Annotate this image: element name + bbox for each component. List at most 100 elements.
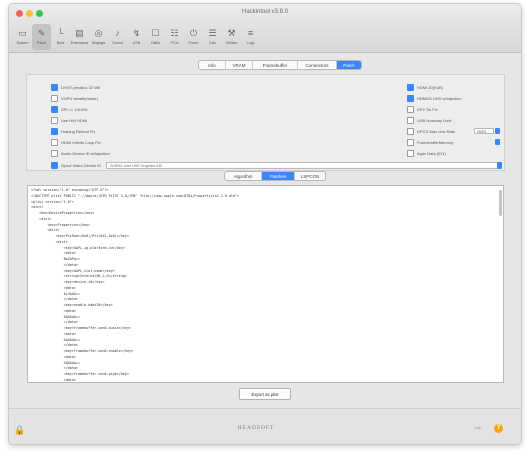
toolbar-item-label: Boot — [56, 41, 65, 45]
wrench-icon: ⚒ — [227, 28, 236, 38]
option-right-4[interactable]: DPCD Max Link Rate — [407, 128, 455, 135]
checkbox-label: DP2 Tls Fix — [417, 107, 438, 112]
window-title: Hackintool v3.8.0 — [241, 9, 289, 15]
toolbar-item-calc[interactable]: ☰ Calc — [203, 24, 222, 50]
toolbar-item-extensions[interactable]: ▤ Extensions — [70, 24, 89, 50]
patch-options-panel: 0x3E92: Intel UHD Graphics 630 DVMT-prea… — [26, 74, 505, 171]
toolbar-item-usb[interactable]: ↯ USB — [127, 24, 146, 50]
checkbox-label: Use HW HDMI — [61, 118, 88, 123]
checkbox[interactable] — [51, 128, 58, 135]
option-right-2[interactable]: DP2 Tls Fix — [407, 106, 438, 113]
dpcd-dropdown-arrow-icon[interactable] — [495, 128, 500, 134]
option-left-3[interactable]: Use HW HDMI — [51, 117, 87, 124]
editor-scrollbar[interactable] — [499, 190, 502, 216]
option-right-6[interactable]: Agdc Data (ID1) — [407, 150, 446, 157]
checkbox[interactable] — [407, 95, 414, 102]
option-left-5[interactable]: HDMI Infinite Loop Fix — [51, 139, 101, 146]
toolbar-item-logs[interactable]: ≡ Logs — [241, 24, 260, 50]
segment-algorithm[interactable]: Algorithm — [225, 172, 262, 180]
tab-vram[interactable]: VRAM — [226, 61, 253, 69]
segment-lspcon[interactable]: LSPCON — [295, 172, 325, 180]
dpcd-link-rate-select[interactable]: HBR3 — [474, 128, 494, 134]
toolbar-item-displays[interactable]: ◎ Displays — [89, 24, 108, 50]
option-left-4[interactable]: Hotplug Reboot Fix — [51, 128, 95, 135]
pcie-icon: ☷ — [170, 28, 179, 38]
help-icon[interactable]: ? — [494, 424, 503, 433]
headsoft-logo: HEADSOFT — [237, 425, 275, 431]
option-left-0[interactable]: DVMT-prealloc 32 MB — [51, 84, 100, 91]
checkbox-label: HDMI 20(K4B) — [417, 85, 444, 90]
checkbox-label: FramebufferMemory — [417, 140, 454, 145]
toolbar-item-label: Extensions — [70, 41, 89, 45]
toolbar-item-patch[interactable]: ✎ Patch — [32, 24, 51, 50]
checkbox-label: SPI >= 14UHD — [61, 107, 88, 112]
log-icon: ≡ — [247, 28, 254, 38]
toolbar-item-label: USB — [132, 41, 141, 45]
option-right-1[interactable]: HDMI20 UHD w/Injection — [407, 95, 461, 102]
checkbox[interactable] — [407, 139, 414, 146]
usb-icon: ↯ — [132, 28, 141, 38]
power-icon: ⏻ — [189, 28, 198, 38]
sound-icon: ♪ — [115, 28, 120, 38]
framebuffer-memory-stepper[interactable] — [495, 139, 500, 145]
option-right-0[interactable]: HDMI 20(K4B) — [407, 84, 443, 91]
titlebar: Hackintool v3.8.0 ▭ System ✎ Patch └ Boot ▤ Ext… — [9, 4, 521, 53]
option-right-3[interactable]: USB Hotswap Limit — [407, 117, 451, 124]
toolbar-item-boot[interactable]: └ Boot — [51, 24, 70, 50]
toolbar-item-sound[interactable]: ♪ Sound — [108, 24, 127, 50]
display-icon: ◎ — [94, 28, 103, 38]
checkbox-label: Agdc Data (ID1) — [417, 151, 446, 156]
plist-code[interactable]: <?xml version="1.0" encoding="UTF-8"?> <!… — [31, 188, 240, 382]
checkbox-label: Audio Device ID w/Injection — [61, 151, 110, 156]
checkbox[interactable] — [407, 106, 414, 113]
toolbar-item-power[interactable]: ⏻ Power — [184, 24, 203, 50]
checkbox[interactable] — [51, 106, 58, 113]
checkbox-label: VGPU stealth(mode) — [61, 96, 98, 101]
toolbar-item-utilities[interactable]: ⚒ Utilities — [222, 24, 241, 50]
checkbox[interactable] — [407, 128, 414, 135]
checkbox[interactable] — [407, 150, 414, 157]
checkbox-label: HDMI20 UHD w/Injection — [417, 96, 462, 101]
checkbox-label: DVMT-prealloc 32 MB — [61, 85, 101, 90]
framebuffer-tab-bar: Info VRAM Framebuffer Connectors Patch — [198, 60, 362, 70]
tab-framebuffer[interactable]: Framebuffer — [253, 61, 298, 69]
toolbar-item-label: Power — [188, 41, 199, 45]
tab-connectors[interactable]: Connectors — [298, 61, 337, 69]
spoof-dropdown-arrow-icon[interactable] — [497, 162, 502, 169]
option-left-1[interactable]: VGPU stealth(mode) — [51, 95, 98, 102]
tab-info[interactable]: Info — [199, 61, 226, 69]
toolbar-item-label: Patch — [36, 41, 47, 45]
toolbar-item-label: Displays — [91, 41, 106, 45]
segment-patches[interactable]: Patches — [262, 172, 295, 180]
checkbox-label: Hotplug Reboot Fix — [61, 129, 96, 134]
checkbox[interactable] — [407, 117, 414, 124]
option-spoof-video-device-id[interactable]: Spoof Video Device ID — [51, 162, 101, 169]
brush-icon: ✎ — [37, 28, 46, 38]
checkbox-label: DPCD Max Link Rate — [417, 129, 456, 134]
code-line: <data> — [31, 377, 76, 382]
option-right-5[interactable]: FramebufferMemory — [407, 139, 453, 146]
export-plist-button[interactable]: Export as plist — [239, 388, 291, 400]
checkbox[interactable] — [51, 95, 58, 102]
spoof-device-id-select[interactable]: 0x3E92: Intel UHD Graphics 630 — [106, 162, 501, 169]
plist-editor[interactable]: <?xml version="1.0" encoding="UTF-8"?> <!… — [27, 185, 504, 383]
extensions-icon: ▤ — [75, 28, 84, 38]
code-line: <!DOCTYPE plist PUBLIC "-//Apple//DTD PL… — [31, 193, 240, 198]
toolbar-item-label: Disks — [151, 41, 160, 45]
toolbar-item-label: Calc — [208, 41, 217, 45]
mode-segmented-control: Algorithm Patches LSPCON — [224, 171, 326, 181]
toolbar-item-disks[interactable]: ☐ Disks — [146, 24, 165, 50]
checkbox[interactable] — [51, 117, 58, 124]
checkbox[interactable] — [51, 150, 58, 157]
option-left-2[interactable]: SPI >= 14UHD — [51, 106, 87, 113]
checkbox[interactable] — [407, 84, 414, 91]
checkbox[interactable] — [51, 84, 58, 91]
calculator-icon: ☰ — [208, 28, 217, 38]
option-left-6[interactable]: Audio Device ID w/Injection — [51, 150, 110, 157]
checkbox-label: HDMI Infinite Loop Fix — [61, 140, 101, 145]
toolbar-item-pcie[interactable]: ☷ PCIe — [165, 24, 184, 50]
tab-patch[interactable]: Patch — [337, 61, 361, 69]
toolbar-item-system[interactable]: ▭ System — [13, 24, 32, 50]
checkbox[interactable] — [51, 139, 58, 146]
checkbox[interactable] — [51, 162, 58, 169]
